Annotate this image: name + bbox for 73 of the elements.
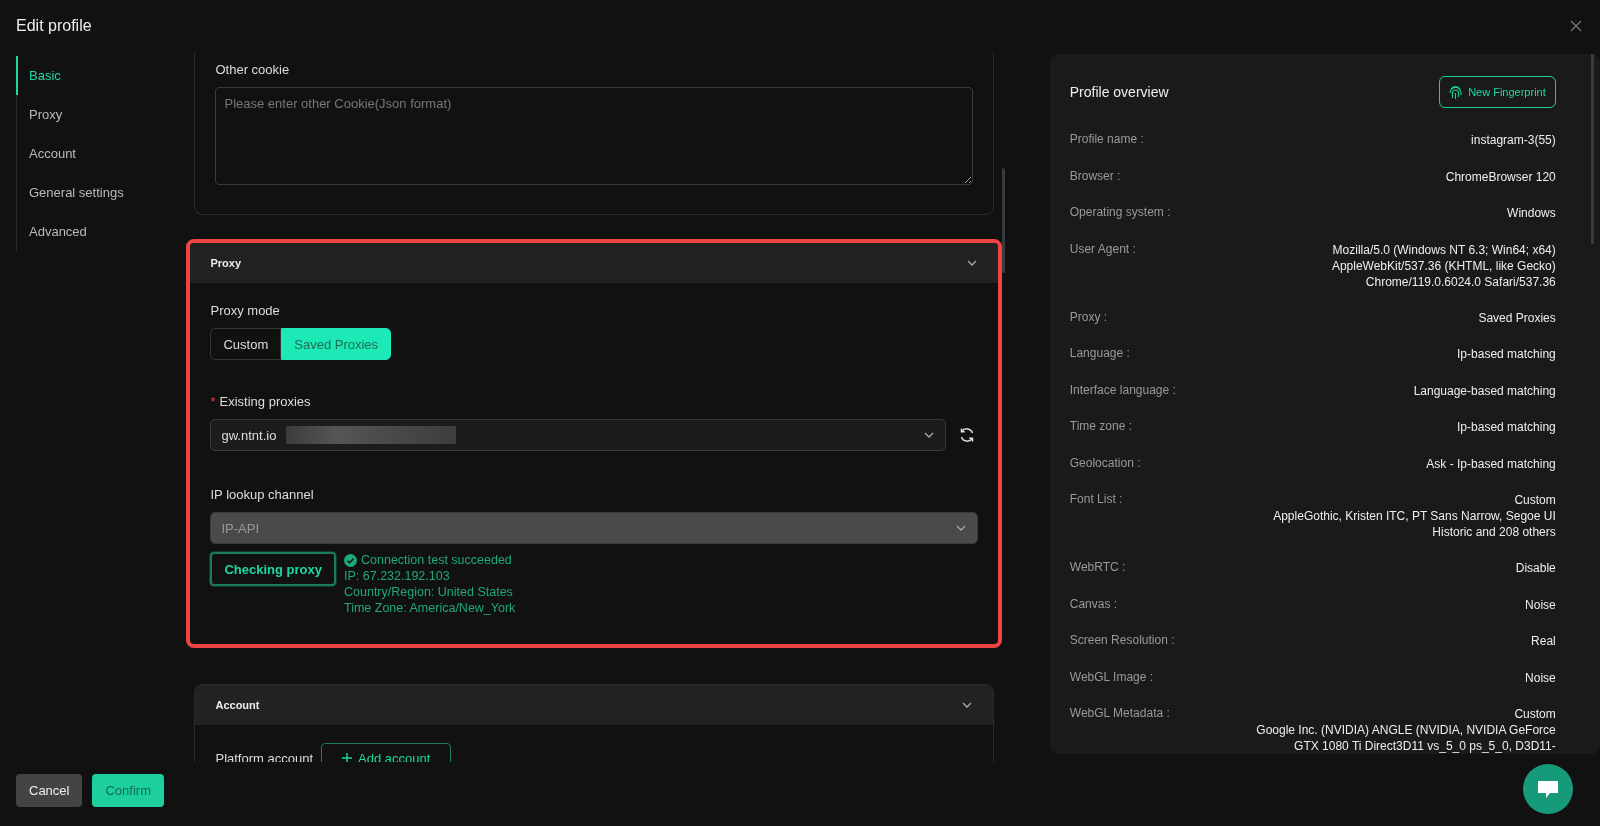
result-text: Country/Region: United States	[344, 584, 514, 600]
overview-label: Interface language :	[1069, 382, 1176, 397]
field-label: Existing proxies	[219, 394, 311, 409]
result-text: IP: 67.232.192.103	[344, 568, 451, 584]
overview-value: Saved Proxies	[1478, 309, 1556, 326]
overview-value: Ask - Ip-based matching	[1426, 455, 1556, 472]
cookie-field[interactable]: Please enter other Cookie(Json format)	[215, 87, 974, 185]
field-label: IP lookup channel	[210, 487, 315, 502]
overview-label: Proxy :	[1069, 309, 1108, 324]
overview-value: Real	[1531, 633, 1556, 649]
overview-label: WebGL Metadata :	[1069, 706, 1170, 720]
overview-value: instagram-3(55)	[1471, 132, 1556, 148]
cancel-button[interactable]: Cancel	[16, 773, 83, 807]
add-account-button[interactable]: Add account	[321, 743, 452, 762]
overview-label: User Agent :	[1069, 241, 1136, 256]
overview-value: Google Inc. (NVIDIA) ANGLE (NVIDIA, NVIDIA GeForce	[1256, 722, 1556, 738]
overview-value: Custom	[1514, 706, 1556, 722]
overview-label: Browser :	[1069, 168, 1121, 183]
overview-value: Ip-based matching	[1457, 346, 1556, 362]
overview-value: Disable	[1515, 560, 1556, 576]
overview-label: WebRTC :	[1069, 560, 1126, 574]
close-icon[interactable]	[1568, 18, 1584, 34]
overview-value: Historic and 208 others	[1432, 524, 1556, 540]
scrollbar[interactable]	[1001, 168, 1005, 273]
overview-value: Custom	[1514, 492, 1556, 508]
overview-value: Ip-based matching	[1457, 419, 1556, 435]
overview-value: Chrome/119.0.6024.0 Safari/537.36	[1365, 273, 1556, 290]
section-title: Proxy	[210, 257, 242, 269]
new-fingerprint-button[interactable]: New Fingerprint	[1439, 76, 1556, 108]
scrollbar[interactable]	[1591, 54, 1594, 244]
overview-value: GTX 1080 Ti Direct3D11 vs_5_0 ps_5_0, D3D11-	[1294, 738, 1556, 754]
overview-label: Time zone :	[1069, 419, 1132, 433]
field-label: Other cookie	[215, 62, 291, 77]
overview-label: Profile name :	[1069, 132, 1144, 146]
overview-label: Font List :	[1069, 492, 1123, 506]
chat-icon	[1536, 778, 1560, 800]
overview-label: Screen Resolution :	[1069, 633, 1175, 647]
overview-label: Canvas :	[1069, 596, 1118, 611]
overview-value: Noise	[1525, 596, 1556, 613]
section-title: Account	[215, 699, 260, 711]
check-proxy-button[interactable]: Checking proxy	[210, 552, 336, 586]
section-header[interactable]: Account	[195, 685, 994, 725]
result-text: Time Zone: America/New_York	[344, 600, 516, 616]
fingerprint-icon	[1449, 84, 1463, 100]
sidebar-item[interactable]: Basic	[16, 56, 178, 95]
sidebar-item[interactable]: Proxy	[16, 95, 178, 134]
sidebar-item[interactable]: Account	[16, 134, 178, 173]
dialog-title: Edit profile	[16, 17, 92, 35]
chat-button[interactable]	[1523, 764, 1573, 814]
status-text: Connection test succeeded	[361, 552, 512, 568]
mode-tab[interactable]: Custom	[210, 328, 282, 360]
overview-value: Mozilla/5.0 (Windows NT 6.3; Win64; x64)	[1332, 241, 1556, 258]
sidebar-item[interactable]: Advanced	[16, 212, 178, 251]
plus-icon	[342, 753, 352, 762]
overview-value: AppleWebKit/537.36 (KHTML, like Gecko)	[1331, 257, 1556, 274]
overview-value: Noise	[1525, 669, 1556, 686]
check-circle-icon	[344, 553, 357, 567]
panel-title: Profile overview	[1069, 84, 1169, 100]
field-label: Platform account	[215, 750, 313, 762]
sidebar-item[interactable]: General settings	[16, 173, 178, 212]
field-label: Proxy mode	[210, 303, 281, 318]
proxy-select[interactable]: gw.ntnt.io	[210, 419, 947, 451]
overview-value: Windows	[1507, 205, 1556, 221]
overview-label: Operating system :	[1069, 205, 1171, 219]
overview-label: WebGL Image :	[1069, 669, 1154, 684]
overview-label: Geolocation :	[1069, 455, 1141, 470]
required-marker: *	[210, 394, 216, 409]
mode-tab[interactable]: Saved Proxies	[281, 328, 392, 360]
overview-value: ChromeBrowser 120	[1445, 168, 1556, 185]
overview-label: Language :	[1069, 346, 1130, 360]
overview-value: AppleGothic, Kristen ITC, PT Sans Narrow, Segoe UI	[1273, 508, 1556, 524]
section-header[interactable]: Proxy	[190, 243, 999, 283]
overview-value: Language-based matching	[1413, 382, 1556, 399]
